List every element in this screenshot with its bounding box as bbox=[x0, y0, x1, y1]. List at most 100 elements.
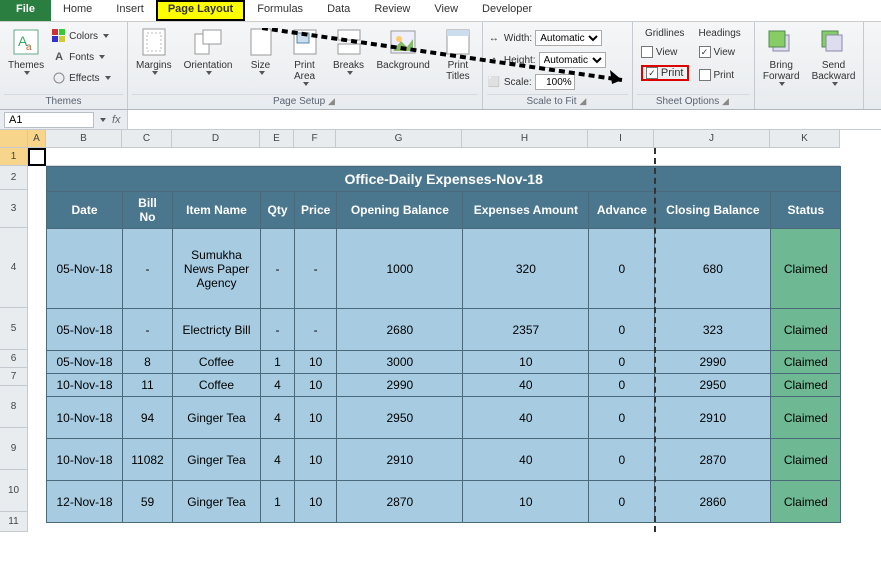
breaks-button[interactable]: Breaks bbox=[329, 24, 369, 77]
table-cell[interactable]: - bbox=[123, 309, 173, 351]
fonts-button[interactable]: AFonts bbox=[52, 47, 110, 67]
tab-view[interactable]: View bbox=[422, 0, 470, 21]
table-cell[interactable]: 0 bbox=[589, 439, 655, 481]
table-cell[interactable]: 10 bbox=[295, 481, 337, 523]
table-cell[interactable]: 40 bbox=[463, 374, 589, 397]
tab-home[interactable]: Home bbox=[51, 0, 104, 21]
table-cell[interactable]: 2950 bbox=[337, 397, 463, 439]
table-cell[interactable]: 11 bbox=[123, 374, 173, 397]
table-cell[interactable]: 11082 bbox=[123, 439, 173, 481]
tab-developer[interactable]: Developer bbox=[470, 0, 544, 21]
table-cell[interactable]: Claimed bbox=[771, 309, 841, 351]
colors-button[interactable]: Colors bbox=[52, 26, 110, 46]
table-cell[interactable]: 1 bbox=[261, 481, 295, 523]
margins-button[interactable]: Margins bbox=[132, 24, 176, 77]
table-cell[interactable]: 05-Nov-18 bbox=[47, 351, 123, 374]
pagesetup-launcher[interactable]: ◢ bbox=[328, 96, 337, 106]
colhdr-C[interactable]: C bbox=[122, 130, 172, 148]
table-cell[interactable]: 2990 bbox=[655, 351, 771, 374]
width-select[interactable]: Automatic bbox=[535, 30, 602, 46]
table-cell[interactable]: Claimed bbox=[771, 439, 841, 481]
rowhdr-10[interactable]: 10 bbox=[0, 470, 28, 512]
tab-formulas[interactable]: Formulas bbox=[245, 0, 315, 21]
table-row[interactable]: 05-Nov-188Coffee11030001002990Claimed bbox=[47, 351, 841, 374]
table-row[interactable]: 12-Nov-1859Ginger Tea11028701002860Claim… bbox=[47, 481, 841, 523]
table-cell[interactable]: Ginger Tea bbox=[173, 397, 261, 439]
table-row[interactable]: 10-Nov-1811Coffee41029904002950Claimed bbox=[47, 374, 841, 397]
table-cell[interactable]: Claimed bbox=[771, 374, 841, 397]
table-cell[interactable]: 05-Nov-18 bbox=[47, 309, 123, 351]
table-cell[interactable]: Sumukha News Paper Agency bbox=[173, 229, 261, 309]
table-cell[interactable]: 0 bbox=[589, 351, 655, 374]
colhdr-H[interactable]: H bbox=[462, 130, 588, 148]
name-box[interactable] bbox=[4, 112, 94, 128]
table-cell[interactable]: 2910 bbox=[337, 439, 463, 481]
table-cell[interactable]: 0 bbox=[589, 397, 655, 439]
height-select[interactable]: Automatic bbox=[539, 52, 606, 68]
table-cell[interactable]: - bbox=[123, 229, 173, 309]
colhdr-J[interactable]: J bbox=[654, 130, 770, 148]
select-all-corner[interactable] bbox=[0, 130, 28, 148]
table-cell[interactable]: 2870 bbox=[337, 481, 463, 523]
table-cell[interactable]: 12-Nov-18 bbox=[47, 481, 123, 523]
tab-data[interactable]: Data bbox=[315, 0, 362, 21]
tab-review[interactable]: Review bbox=[362, 0, 422, 21]
table-cell[interactable]: 2860 bbox=[655, 481, 771, 523]
colhdr-E[interactable]: E bbox=[260, 130, 294, 148]
headings-view-check[interactable]: View bbox=[699, 42, 741, 62]
headings-print-check[interactable]: Print bbox=[699, 65, 741, 85]
table-cell[interactable]: 10 bbox=[463, 351, 589, 374]
table-cell[interactable]: Ginger Tea bbox=[173, 439, 261, 481]
table-cell[interactable]: - bbox=[261, 309, 295, 351]
table-cell[interactable]: 05-Nov-18 bbox=[47, 229, 123, 309]
colhdr-F[interactable]: F bbox=[294, 130, 336, 148]
table-cell[interactable]: 1000 bbox=[337, 229, 463, 309]
table-cell[interactable]: Ginger Tea bbox=[173, 481, 261, 523]
table-cell[interactable]: 1 bbox=[261, 351, 295, 374]
tab-insert[interactable]: Insert bbox=[104, 0, 156, 21]
table-cell[interactable]: 2950 bbox=[655, 374, 771, 397]
rowhdr-4[interactable]: 4 bbox=[0, 228, 28, 308]
table-cell[interactable]: Claimed bbox=[771, 397, 841, 439]
size-button[interactable]: Size bbox=[241, 24, 281, 77]
table-cell[interactable]: 2357 bbox=[463, 309, 589, 351]
table-row[interactable]: 10-Nov-1811082Ginger Tea41029104002870Cl… bbox=[47, 439, 841, 481]
table-cell[interactable]: 10-Nov-18 bbox=[47, 397, 123, 439]
bringforward-button[interactable]: Bring Forward bbox=[759, 24, 804, 88]
printarea-button[interactable]: Print Area bbox=[285, 24, 325, 88]
table-cell[interactable]: 10 bbox=[295, 374, 337, 397]
themes-button[interactable]: Aa Themes bbox=[4, 24, 48, 77]
colhdr-B[interactable]: B bbox=[46, 130, 122, 148]
table-cell[interactable]: 40 bbox=[463, 439, 589, 481]
table-cell[interactable]: Coffee bbox=[173, 351, 261, 374]
table-cell[interactable]: 323 bbox=[655, 309, 771, 351]
table-row[interactable]: 05-Nov-18-Electricty Bill--268023570323C… bbox=[47, 309, 841, 351]
table-cell[interactable]: 10 bbox=[463, 481, 589, 523]
table-row[interactable]: 10-Nov-1894Ginger Tea41029504002910Claim… bbox=[47, 397, 841, 439]
sendbackward-button[interactable]: Send Backward bbox=[808, 24, 860, 88]
colhdr-G[interactable]: G bbox=[336, 130, 462, 148]
table-cell[interactable]: 4 bbox=[261, 397, 295, 439]
table-cell[interactable]: 680 bbox=[655, 229, 771, 309]
table-cell[interactable]: 0 bbox=[589, 374, 655, 397]
table-row[interactable]: 05-Nov-18-Sumukha News Paper Agency--100… bbox=[47, 229, 841, 309]
rowhdr-3[interactable]: 3 bbox=[0, 190, 28, 228]
colhdr-I[interactable]: I bbox=[588, 130, 654, 148]
table-cell[interactable]: 0 bbox=[589, 481, 655, 523]
table-cell[interactable]: Claimed bbox=[771, 229, 841, 309]
rowhdr-1[interactable]: 1 bbox=[0, 148, 28, 166]
rowhdr-2[interactable]: 2 bbox=[0, 166, 28, 190]
table-cell[interactable]: - bbox=[295, 229, 337, 309]
rowhdr-7[interactable]: 7 bbox=[0, 368, 28, 386]
table-cell[interactable]: 2680 bbox=[337, 309, 463, 351]
table-cell[interactable]: 2990 bbox=[337, 374, 463, 397]
table-cell[interactable]: - bbox=[261, 229, 295, 309]
rowhdr-9[interactable]: 9 bbox=[0, 428, 28, 470]
gridlines-print-check[interactable]: Print bbox=[641, 65, 689, 81]
sheetoptions-launcher[interactable]: ◢ bbox=[722, 96, 731, 106]
table-cell[interactable]: 94 bbox=[123, 397, 173, 439]
rowhdr-8[interactable]: 8 bbox=[0, 386, 28, 428]
table-cell[interactable]: 2870 bbox=[655, 439, 771, 481]
table-cell[interactable]: 320 bbox=[463, 229, 589, 309]
colhdr-A[interactable]: A bbox=[28, 130, 46, 148]
